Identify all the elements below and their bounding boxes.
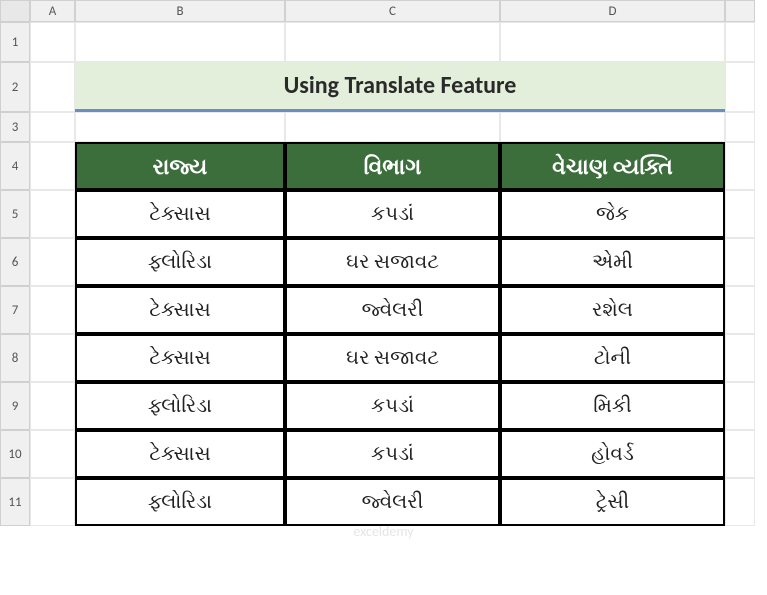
cell-a5[interactable] xyxy=(30,190,75,238)
row-header-5[interactable]: 5 xyxy=(0,190,30,238)
table-cell[interactable]: ઘર સજાવટ xyxy=(285,334,500,382)
table-cell[interactable]: ટેક્સાસ xyxy=(75,190,285,238)
cell-d3[interactable] xyxy=(500,112,725,142)
row-header-4[interactable]: 4 xyxy=(0,142,30,190)
row-header-8[interactable]: 8 xyxy=(0,334,30,382)
row-header-9[interactable]: 9 xyxy=(0,382,30,430)
title-cell[interactable]: Using Translate Feature xyxy=(75,62,725,112)
cell-e8[interactable] xyxy=(725,334,755,382)
cell-a4[interactable] xyxy=(30,142,75,190)
col-header-c[interactable]: C xyxy=(285,0,500,22)
cell-a9[interactable] xyxy=(30,382,75,430)
cell-b1[interactable] xyxy=(75,22,285,62)
cell-a2[interactable] xyxy=(30,62,75,112)
table-cell[interactable]: ટેક્સાસ xyxy=(75,286,285,334)
cell-e5[interactable] xyxy=(725,190,755,238)
cell-e11[interactable] xyxy=(725,478,755,526)
cell-a11[interactable] xyxy=(30,478,75,526)
row-header-3[interactable]: 3 xyxy=(0,112,30,142)
table-cell[interactable]: ટોની xyxy=(500,334,725,382)
cell-e2[interactable] xyxy=(725,62,755,112)
cell-e10[interactable] xyxy=(725,430,755,478)
col-header-d[interactable]: D xyxy=(500,0,725,22)
table-cell[interactable]: ફ્લોરિડા xyxy=(75,238,285,286)
cell-c3[interactable] xyxy=(285,112,500,142)
col-header-e[interactable] xyxy=(725,0,755,22)
cell-e6[interactable] xyxy=(725,238,755,286)
table-cell[interactable]: જ્વેલરી xyxy=(285,478,500,526)
cell-a6[interactable] xyxy=(30,238,75,286)
cell-a3[interactable] xyxy=(30,112,75,142)
col-header-a[interactable]: A xyxy=(30,0,75,22)
table-cell[interactable]: ટ્રેસી xyxy=(500,478,725,526)
table-header-b[interactable]: રાજ્ય xyxy=(75,142,285,190)
cell-e7[interactable] xyxy=(725,286,755,334)
table-header-d[interactable]: વેચાણ વ્યક્તિ xyxy=(500,142,725,190)
spreadsheet-grid: A B C D 1 2 Using Translate Feature 3 4 … xyxy=(0,0,767,526)
table-cell[interactable]: કપડાં xyxy=(285,190,500,238)
cell-a10[interactable] xyxy=(30,430,75,478)
cell-b3[interactable] xyxy=(75,112,285,142)
cell-e3[interactable] xyxy=(725,112,755,142)
table-cell[interactable]: કપડાં xyxy=(285,430,500,478)
table-header-c[interactable]: વિભાગ xyxy=(285,142,500,190)
row-header-2[interactable]: 2 xyxy=(0,62,30,112)
table-cell[interactable]: કપડાં xyxy=(285,382,500,430)
row-header-11[interactable]: 11 xyxy=(0,478,30,526)
table-cell[interactable]: જેક xyxy=(500,190,725,238)
table-cell[interactable]: એમી xyxy=(500,238,725,286)
table-cell[interactable]: ટેક્સાસ xyxy=(75,334,285,382)
cell-e1[interactable] xyxy=(725,22,755,62)
cell-a8[interactable] xyxy=(30,334,75,382)
select-all-corner[interactable] xyxy=(0,0,30,22)
cell-c1[interactable] xyxy=(285,22,500,62)
table-cell[interactable]: હોવર્ડ xyxy=(500,430,725,478)
cell-a1[interactable] xyxy=(30,22,75,62)
cell-e4[interactable] xyxy=(725,142,755,190)
table-cell[interactable]: મિકી xyxy=(500,382,725,430)
row-header-7[interactable]: 7 xyxy=(0,286,30,334)
table-cell[interactable]: ઘર સજાવટ xyxy=(285,238,500,286)
row-header-6[interactable]: 6 xyxy=(0,238,30,286)
table-cell[interactable]: રશેલ xyxy=(500,286,725,334)
table-cell[interactable]: ફ્લોરિડા xyxy=(75,478,285,526)
row-header-10[interactable]: 10 xyxy=(0,430,30,478)
table-cell[interactable]: જ્વેલરી xyxy=(285,286,500,334)
table-cell[interactable]: ટેક્સાસ xyxy=(75,430,285,478)
col-header-b[interactable]: B xyxy=(75,0,285,22)
row-header-1[interactable]: 1 xyxy=(0,22,30,62)
table-cell[interactable]: ફ્લોરિડા xyxy=(75,382,285,430)
cell-d1[interactable] xyxy=(500,22,725,62)
cell-e9[interactable] xyxy=(725,382,755,430)
cell-a7[interactable] xyxy=(30,286,75,334)
